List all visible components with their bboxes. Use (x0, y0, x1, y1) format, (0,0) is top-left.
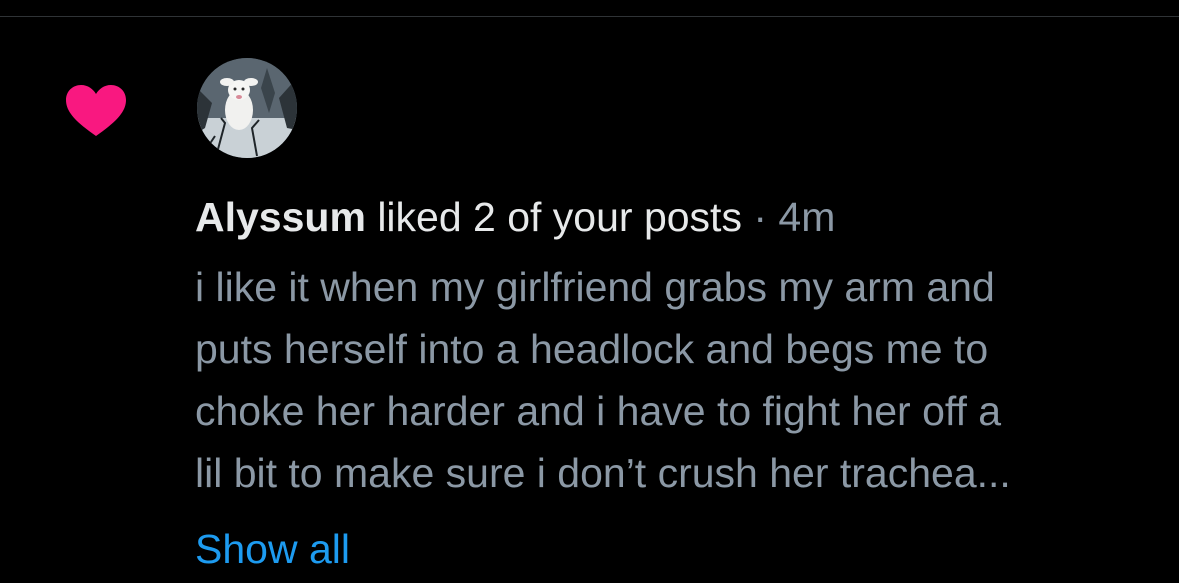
action-text: liked 2 of your posts (365, 194, 742, 240)
notification-headline: Alyssum liked 2 of your posts · 4m (195, 192, 1155, 242)
post-text-line: puts herself into a headlock and begs me… (195, 326, 989, 372)
show-all-link[interactable]: Show all (195, 524, 350, 574)
top-divider (0, 16, 1179, 17)
separator: · (741, 194, 779, 240)
timestamp: 4m (778, 194, 836, 240)
post-text-line: choke her harder and i have to fight her… (195, 388, 1002, 434)
user-name[interactable]: Alyssum (195, 194, 366, 240)
post-text-line: i like it when my girlfriend grabs my ar… (195, 264, 995, 310)
avatar[interactable] (197, 58, 297, 158)
post-text-line: lil bit to make sure i don’t crush her t… (195, 450, 1011, 496)
heart-icon (64, 84, 128, 138)
post-text[interactable]: i like it when my girlfriend grabs my ar… (195, 256, 1145, 504)
